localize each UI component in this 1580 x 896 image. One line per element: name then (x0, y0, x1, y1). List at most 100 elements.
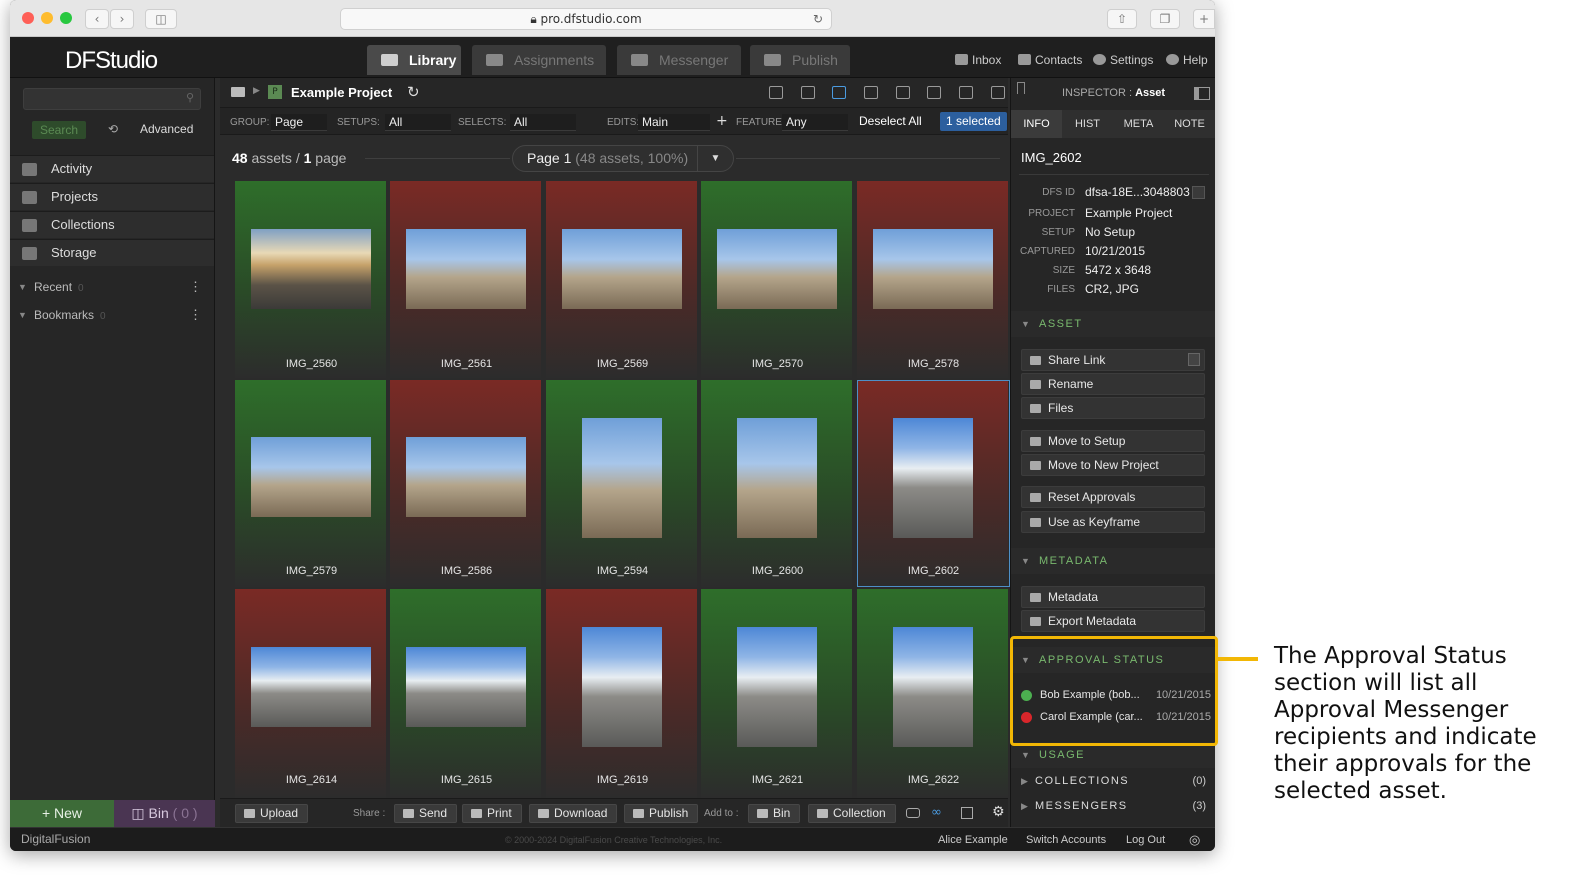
zoom-window-button[interactable] (60, 12, 72, 24)
sidebar-section-recent[interactable]: ▼ Recent 0 ⋮ (10, 274, 214, 300)
asset-thumbnail[interactable] (582, 627, 662, 747)
asset-tile[interactable]: IMG_2570 (701, 181, 854, 378)
gear-icon[interactable]: ⚙ (992, 804, 1005, 820)
view-stack-icon[interactable] (959, 86, 973, 99)
edits-select[interactable]: Main (638, 114, 710, 131)
contacts-link[interactable]: Contacts (1018, 53, 1082, 67)
deselect-all-button[interactable]: Deselect All (859, 114, 922, 128)
switch-accounts-link[interactable]: Switch Accounts (1026, 834, 1106, 846)
link-icon[interactable]: ∞ (931, 805, 942, 820)
asset-tile[interactable]: IMG_2586 (390, 380, 543, 587)
reload-icon[interactable]: ↻ (813, 9, 823, 29)
inbox-link[interactable]: Inbox (955, 53, 1001, 67)
tab-publish[interactable]: Publish (750, 45, 850, 75)
use-as-keyframe-button[interactable]: Use as Keyframe (1021, 511, 1205, 533)
minimize-window-button[interactable] (41, 12, 53, 24)
sidebar-item-activity[interactable]: Activity (10, 155, 214, 182)
tabs-overview-icon[interactable]: ❐ (1150, 9, 1180, 29)
share-link-button[interactable]: Share Link (1021, 349, 1205, 371)
library-home-icon[interactable] (231, 87, 245, 97)
move-to-setup-button[interactable]: Move to Setup (1021, 430, 1205, 452)
slideshow-icon[interactable] (961, 807, 973, 819)
download-button[interactable]: Download (529, 804, 618, 823)
bin-button[interactable]: ◫ Bin ( 0 ) (114, 800, 215, 827)
asset-tile[interactable]: IMG_2614 (235, 589, 388, 798)
new-tab-icon[interactable]: + (1193, 9, 1215, 29)
asset-thumbnail[interactable] (406, 437, 526, 517)
rename-button[interactable]: Rename (1021, 373, 1205, 395)
messengers-usage-row[interactable]: ▶ MESSENGERS (3) (1011, 794, 1215, 818)
forward-icon[interactable]: › (110, 9, 134, 29)
more-icon[interactable]: ⋮ (189, 302, 202, 328)
asset-thumbnail[interactable] (582, 418, 662, 538)
asset-thumbnail[interactable] (251, 647, 371, 727)
asset-thumbnail[interactable] (562, 229, 682, 309)
asset-tile[interactable]: IMG_2602 (857, 380, 1010, 587)
sidebar-section-bookmarks[interactable]: ▼ Bookmarks 0 ⋮ (10, 302, 214, 328)
asset-thumbnail[interactable] (873, 229, 993, 309)
share-icon[interactable]: ⇧ (1107, 9, 1137, 29)
asset-tile[interactable]: IMG_2594 (546, 380, 699, 587)
print-button[interactable]: Print (462, 804, 522, 823)
view-small-grid-icon[interactable] (832, 86, 846, 99)
back-icon[interactable]: ‹ (85, 9, 109, 29)
app-logo[interactable]: DFStudio (65, 47, 158, 75)
move-to-new-project-button[interactable]: Move to New Project (1021, 454, 1205, 476)
view-compare-icon[interactable] (927, 86, 941, 99)
files-button[interactable]: Files (1021, 397, 1205, 419)
export-metadata-button[interactable]: Export Metadata (1021, 610, 1205, 632)
group-select[interactable]: Page (271, 114, 327, 131)
current-user[interactable]: Alice Example (938, 834, 1008, 846)
asset-tile[interactable]: IMG_2578 (857, 181, 1010, 378)
tab-hist[interactable]: HIST (1062, 110, 1113, 138)
view-grid-icon[interactable] (864, 86, 878, 99)
tab-note[interactable]: NOTE (1164, 110, 1215, 138)
new-button[interactable]: + New (10, 800, 114, 827)
add-edit-icon[interactable]: + (716, 113, 728, 129)
asset-thumbnail[interactable] (251, 437, 371, 517)
asset-tile[interactable]: IMG_2621 (701, 589, 854, 798)
setups-select[interactable]: All (385, 114, 451, 131)
asset-tile[interactable]: IMG_2600 (701, 380, 854, 587)
sidebar-item-projects[interactable]: Projects (10, 183, 214, 210)
label-icon[interactable] (906, 808, 920, 818)
sidebar-item-storage[interactable]: Storage (10, 239, 214, 266)
asset-thumbnail[interactable] (893, 418, 973, 538)
send-button[interactable]: Send (394, 804, 458, 823)
feature-select[interactable]: Any (782, 114, 848, 131)
asset-tile[interactable]: IMG_2619 (546, 589, 699, 798)
sidebar-toggle-icon[interactable]: ◫ (145, 9, 177, 29)
add-to-collection-button[interactable]: Collection (808, 804, 896, 823)
asset-thumbnail[interactable] (251, 229, 371, 309)
asset-thumbnail[interactable] (406, 229, 526, 309)
view-single-icon[interactable] (896, 86, 910, 99)
sidebar-search-input[interactable]: ⚲ (23, 88, 201, 110)
metadata-section-header[interactable]: ▼ METADATA (1011, 548, 1215, 574)
copy-icon[interactable] (1188, 353, 1200, 366)
tab-info[interactable]: INFO (1011, 110, 1062, 138)
metadata-button[interactable]: Metadata (1021, 586, 1205, 608)
copy-icon[interactable] (1192, 186, 1205, 199)
view-detail-icon[interactable] (769, 86, 783, 99)
tab-library[interactable]: Library (367, 45, 461, 75)
selected-count-badge[interactable]: 1 selected (940, 112, 1007, 131)
asset-tile[interactable]: IMG_2579 (235, 380, 388, 587)
history-icon[interactable]: ⟲ (108, 122, 118, 136)
tab-meta[interactable]: META (1113, 110, 1164, 138)
upload-button[interactable]: Upload (235, 804, 309, 823)
view-list-icon[interactable] (801, 86, 815, 99)
fullscreen-icon[interactable] (991, 86, 1005, 99)
publish-button[interactable]: Publish (624, 804, 699, 823)
add-to-bin-button[interactable]: Bin (748, 804, 801, 823)
log-out-link[interactable]: Log Out (1126, 834, 1165, 846)
asset-thumbnail[interactable] (737, 627, 817, 747)
close-window-button[interactable] (22, 12, 34, 24)
asset-thumbnail[interactable] (893, 627, 973, 747)
selects-select[interactable]: All (510, 114, 576, 131)
asset-thumbnail[interactable] (717, 229, 837, 309)
collections-usage-row[interactable]: ▶ COLLECTIONS (0) (1011, 769, 1215, 793)
settings-link[interactable]: Settings (1093, 53, 1153, 67)
collapse-panel-icon[interactable] (1194, 87, 1210, 100)
help-link[interactable]: Help (1166, 53, 1208, 67)
asset-tile[interactable]: IMG_2569 (546, 181, 699, 378)
